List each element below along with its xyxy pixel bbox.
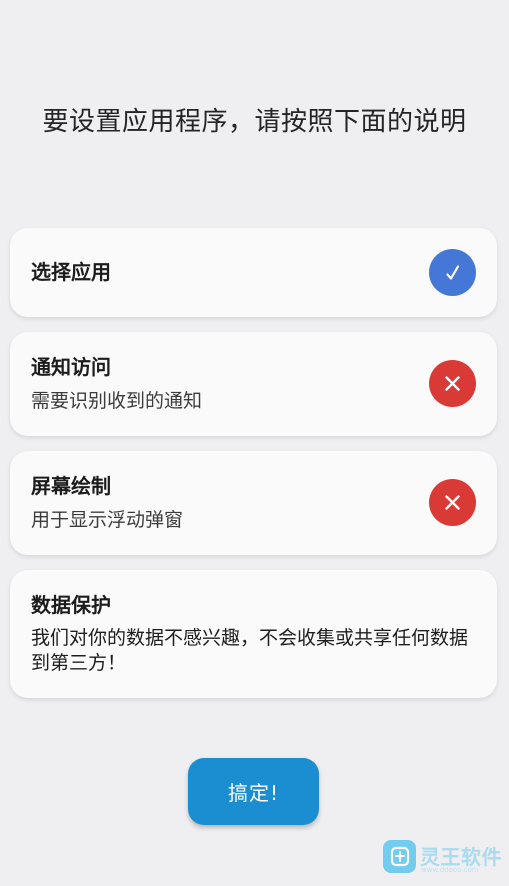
close-icon — [445, 376, 460, 391]
card-title: 选择应用 — [31, 260, 111, 284]
card-description: 我们对你的数据不感兴趣，不会收集或共享任何数据到第三方！ — [31, 627, 469, 674]
card-description: 需要识别收到的通知 — [31, 390, 203, 412]
card-title: 屏幕绘制 — [31, 474, 111, 498]
checkmark-icon — [446, 265, 460, 280]
status-granted-badge — [429, 249, 476, 296]
card-description: 用于显示浮动弹窗 — [31, 509, 184, 531]
close-icon — [445, 495, 460, 510]
setup-instructions-heading: 要设置应用程序，请按照下面的说明 — [42, 107, 467, 137]
permission-card-select-app[interactable]: 选择应用 — [10, 228, 497, 317]
status-denied-badge — [429, 479, 476, 526]
card-title: 数据保护 — [31, 593, 111, 617]
watermark-logo-icon — [383, 840, 416, 873]
card-title: 通知访问 — [31, 355, 111, 379]
permission-card-screen-overlay[interactable]: 屏幕绘制 用于显示浮动弹窗 — [10, 451, 497, 555]
status-denied-badge — [429, 360, 476, 407]
watermark-url: www.ddooo.com — [421, 866, 479, 874]
watermark-glyph-icon — [390, 846, 410, 867]
done-button[interactable]: 搞定! — [188, 758, 319, 825]
permission-card-notification-access[interactable]: 通知访问 需要识别收到的通知 — [10, 332, 497, 436]
data-protection-card: 数据保护 我们对你的数据不感兴趣，不会收集或共享任何数据到第三方！ — [10, 570, 497, 698]
watermark-logo: 灵王软件 www.ddooo.com — [383, 838, 503, 878]
